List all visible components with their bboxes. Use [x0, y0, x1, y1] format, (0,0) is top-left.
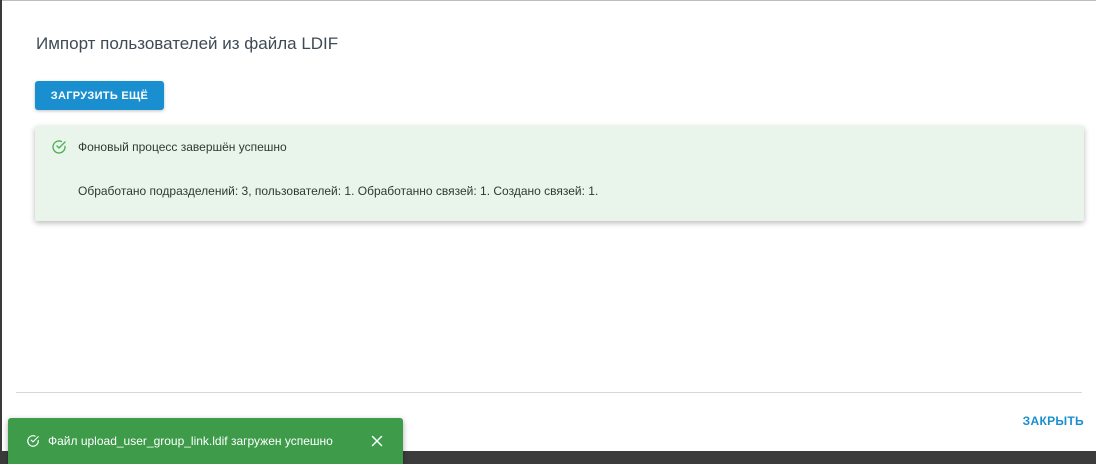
check-circle-icon — [52, 140, 66, 154]
page: Импорт пользователей из файла LDIF ЗАГРУ… — [0, 0, 1096, 464]
close-icon[interactable] — [368, 432, 386, 450]
upload-more-button[interactable]: ЗАГРУЗИТЬ ЕЩЁ — [35, 81, 164, 110]
close-button[interactable]: ЗАКРЫТЬ — [1023, 414, 1084, 428]
footer-divider — [16, 392, 1082, 393]
check-circle-icon — [27, 435, 39, 447]
snackbar-message: Файл upload_user_group_link.ldif загруже… — [48, 434, 333, 448]
left-border — [0, 0, 2, 464]
import-dialog: Импорт пользователей из файла LDIF ЗАГРУ… — [2, 1, 1096, 451]
snackbar: Файл upload_user_group_link.ldif загруже… — [8, 418, 403, 464]
success-alert: Фоновый процесс завершён успешно Обработ… — [35, 126, 1084, 221]
alert-title: Фоновый процесс завершён успешно — [78, 140, 287, 154]
dialog-title: Импорт пользователей из файла LDIF — [36, 34, 339, 53]
alert-message: Обработано подразделений: 3, пользовател… — [78, 184, 599, 198]
